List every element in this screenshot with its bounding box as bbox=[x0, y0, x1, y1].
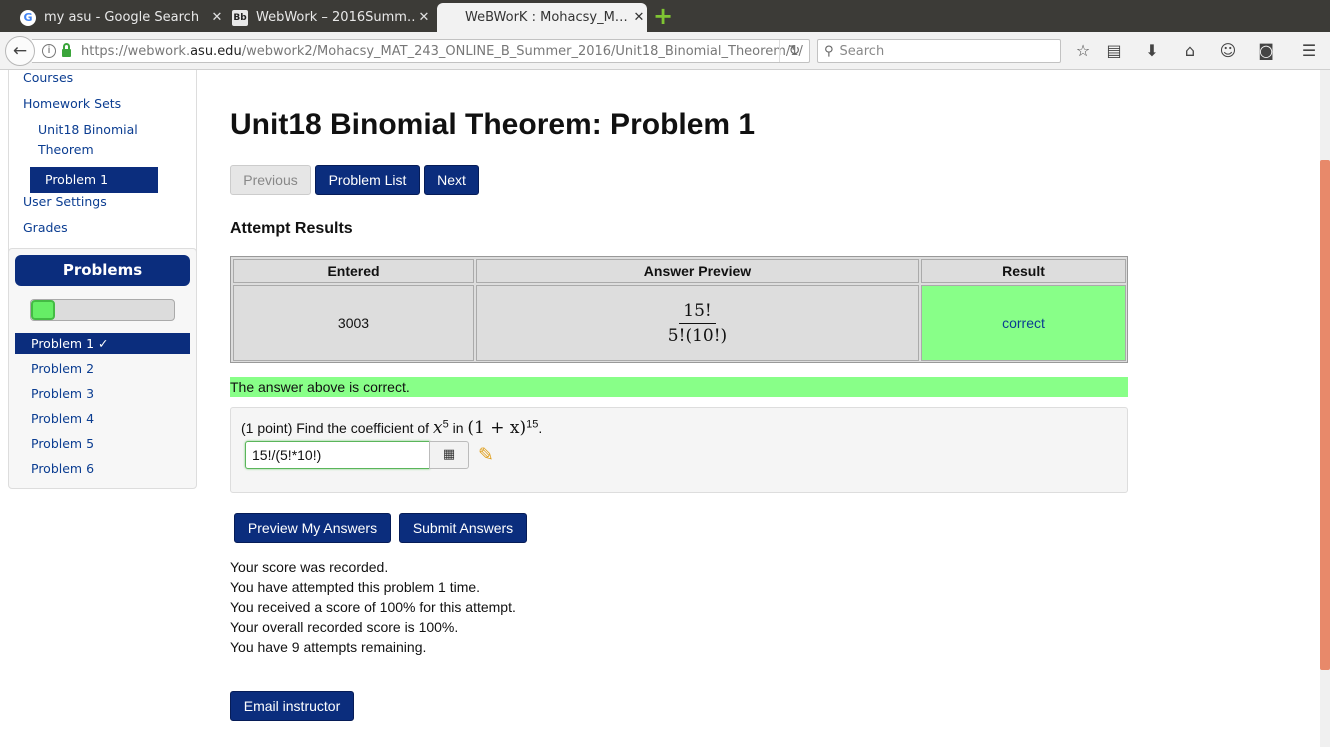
problems-panel: Problems Problem 1 ✓ Problem 2 Problem 3… bbox=[8, 248, 197, 489]
next-button[interactable]: Next bbox=[424, 165, 479, 195]
tab-strip: G my asu - Google Search ✕ Bb WebWork – … bbox=[0, 0, 1330, 32]
problem-statement: (1 point) Find the coefficient of x5 in … bbox=[241, 418, 543, 438]
preview-numerator: 15! bbox=[679, 301, 716, 324]
table-header: Answer Preview bbox=[476, 259, 919, 283]
table-header: Result bbox=[921, 259, 1126, 283]
problem-list-button[interactable]: Problem List bbox=[315, 165, 420, 195]
google-icon: G bbox=[20, 9, 36, 26]
tab-google-search[interactable]: G my asu - Google Search ✕ bbox=[20, 3, 225, 32]
answer-preview: 15! 5!(10!) bbox=[476, 285, 919, 361]
table-header: Entered bbox=[233, 259, 474, 283]
blackboard-icon: Bb bbox=[232, 9, 248, 26]
nav-courses[interactable]: Courses bbox=[23, 70, 73, 85]
pocket-icon[interactable]: ◙ bbox=[1255, 40, 1277, 62]
page-content: Courses Homework Sets Unit18 Binomial Th… bbox=[0, 70, 1330, 747]
preview-fraction: 15! 5!(10!) bbox=[664, 301, 731, 346]
new-tab-plus-icon[interactable]: + bbox=[652, 4, 674, 28]
problem-list-item[interactable]: Problem 2 bbox=[15, 358, 190, 379]
preview-denominator: 5!(10!) bbox=[667, 325, 728, 346]
entered-value: 3003 bbox=[233, 285, 474, 361]
lock-icon bbox=[62, 43, 71, 57]
result-status: correct bbox=[921, 285, 1126, 361]
status-line: Your score was recorded. bbox=[230, 559, 389, 575]
close-icon[interactable]: ✕ bbox=[631, 10, 647, 25]
chat-icon[interactable]: ☺ bbox=[1217, 40, 1239, 62]
scrollbar-thumb[interactable] bbox=[1320, 160, 1330, 670]
home-icon[interactable]: ⌂ bbox=[1179, 40, 1201, 62]
nav-homework-sets[interactable]: Homework Sets bbox=[23, 96, 121, 111]
problem-list-item[interactable]: Problem 6 bbox=[15, 458, 190, 479]
tab-title: WeBWorK : Mohacsy_M… bbox=[465, 10, 628, 25]
nav-grades[interactable]: Grades bbox=[23, 220, 68, 235]
nav-current-problem[interactable]: Problem 1 bbox=[30, 167, 158, 193]
info-icon[interactable]: i bbox=[42, 44, 56, 58]
nav-user-settings[interactable]: User Settings bbox=[23, 194, 107, 209]
preview-answers-button[interactable]: Preview My Answers bbox=[234, 513, 391, 543]
status-line: You have attempted this problem 1 time. bbox=[230, 579, 481, 595]
correct-message: The answer above is correct. bbox=[230, 377, 1128, 397]
problem-list-item[interactable]: Problem 3 bbox=[15, 383, 190, 404]
close-icon[interactable]: ✕ bbox=[416, 10, 432, 25]
problem-list-item[interactable]: Problem 4 bbox=[15, 408, 190, 429]
search-icon: ⚲ bbox=[824, 43, 834, 59]
nav-set-name-line2[interactable]: Theorem bbox=[38, 142, 94, 157]
attempt-results-heading: Attempt Results bbox=[230, 220, 353, 237]
tab-webwork-blackboard[interactable]: Bb WebWork – 2016Summ… ✕ bbox=[232, 3, 432, 32]
close-icon[interactable]: ✕ bbox=[209, 10, 225, 25]
search-input[interactable]: ⚲ Search bbox=[817, 39, 1061, 63]
navigation-toolbar: i https://webwork.asu.edu/webwork2/Mohac… bbox=[0, 32, 1330, 70]
search-placeholder: Search bbox=[839, 43, 885, 59]
problem-box: (1 point) Find the coefficient of x5 in … bbox=[230, 407, 1128, 493]
back-arrow-icon: ← bbox=[12, 41, 28, 61]
menu-icon[interactable]: ☰ bbox=[1298, 40, 1320, 62]
bookmark-star-icon[interactable]: ☆ bbox=[1072, 40, 1094, 62]
status-line: You received a score of 100% for this at… bbox=[230, 599, 516, 615]
tab-webwork-active[interactable]: WeBWorK : Mohacsy_M… ✕ bbox=[437, 3, 647, 32]
email-instructor-button[interactable]: Email instructor bbox=[230, 691, 354, 721]
download-icon[interactable]: ⬇ bbox=[1141, 40, 1163, 62]
previous-button[interactable]: Previous bbox=[230, 165, 311, 195]
tab-title: WebWork – 2016Summ… bbox=[256, 10, 416, 25]
url-text: https://webwork.asu.edu/webwork2/Mohacsy… bbox=[81, 43, 803, 59]
attempt-results-table: Entered Answer Preview Result 3003 15! 5… bbox=[230, 256, 1128, 363]
pencil-icon[interactable]: ✎ bbox=[478, 444, 502, 466]
tab-title: my asu - Google Search bbox=[44, 10, 200, 25]
problem-list-item[interactable]: Problem 1 ✓ bbox=[15, 333, 190, 354]
submit-answers-button[interactable]: Submit Answers bbox=[399, 513, 527, 543]
progress-fill bbox=[31, 300, 55, 320]
status-line: Your overall recorded score is 100%. bbox=[230, 619, 459, 635]
page-title: Unit18 Binomial Theorem: Problem 1 bbox=[230, 108, 756, 141]
problems-header: Problems bbox=[15, 255, 190, 286]
progress-bar bbox=[30, 299, 175, 321]
url-bar[interactable]: i https://webwork.asu.edu/webwork2/Mohac… bbox=[32, 39, 810, 63]
matrix-grid-icon[interactable]: ▦ bbox=[429, 441, 469, 469]
nav-set-name[interactable]: Unit18 Binomial bbox=[38, 122, 138, 137]
problem-list-item[interactable]: Problem 5 bbox=[15, 433, 190, 454]
back-button[interactable]: ← bbox=[5, 36, 35, 66]
status-line: You have 9 attempts remaining. bbox=[230, 639, 427, 655]
answer-input[interactable]: 15!/(5!*10!) bbox=[245, 441, 430, 469]
reading-list-icon[interactable]: ▤ bbox=[1103, 40, 1125, 62]
reload-icon[interactable]: ↻ bbox=[779, 40, 809, 62]
